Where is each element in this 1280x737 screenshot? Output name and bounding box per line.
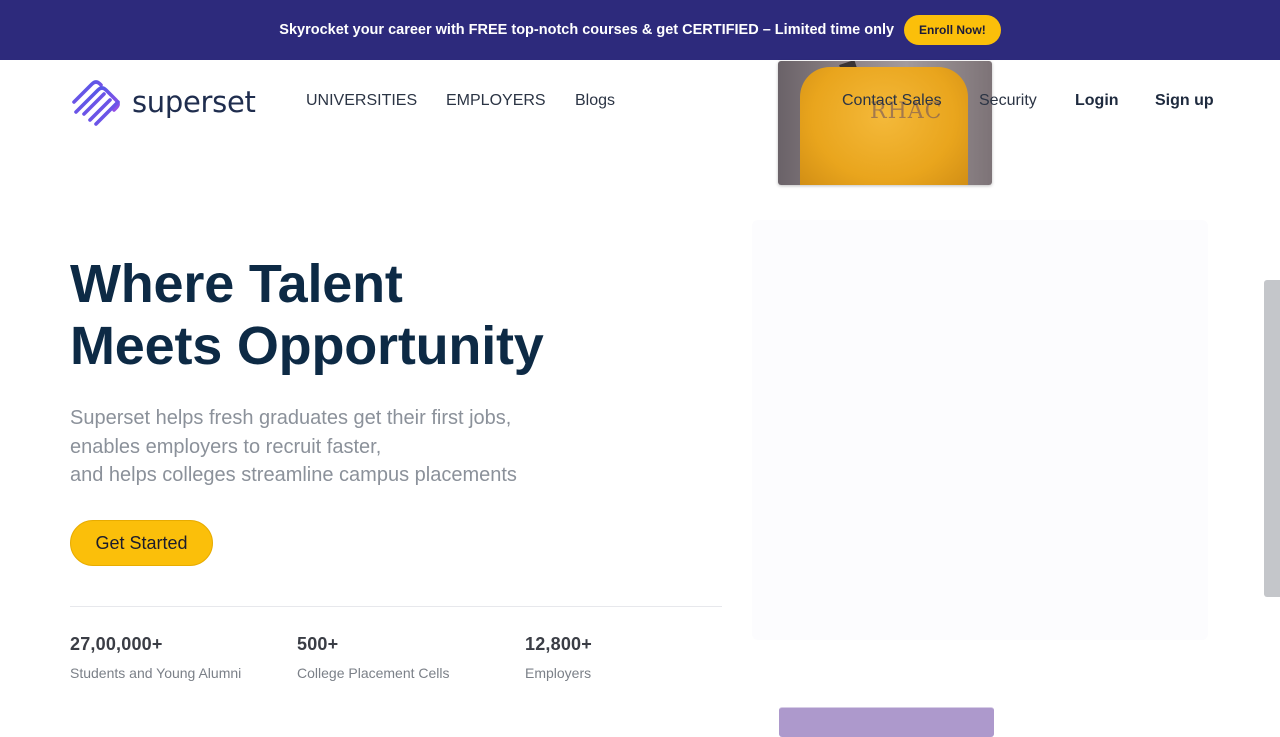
enroll-now-button[interactable]: Enroll Now!	[904, 15, 1001, 45]
stat-label: Students and Young Alumni	[70, 665, 242, 681]
stat-placement-cells: 500+ College Placement Cells	[297, 634, 450, 681]
stat-label: College Placement Cells	[297, 665, 450, 681]
hero-title: Where Talent Meets Opportunity	[70, 253, 544, 377]
nav-login[interactable]: Login	[1075, 92, 1119, 110]
promo-banner: Skyrocket your career with FREE top-notc…	[0, 0, 1280, 60]
hero-desc-line1: Superset helps fresh graduates get their…	[70, 407, 512, 429]
hero-desc-line3: and helps colleges streamline campus pla…	[70, 464, 517, 486]
hero-title-line2: Meets Opportunity	[70, 316, 544, 376]
stat-value: 27,00,000+	[70, 634, 163, 654]
logo-link[interactable]: superset	[70, 78, 256, 126]
get-started-button[interactable]: Get Started	[70, 520, 213, 566]
nav-employers[interactable]: EMPLOYERS	[446, 92, 546, 110]
nav-signup[interactable]: Sign up	[1155, 92, 1214, 110]
nav-blogs[interactable]: Blogs	[575, 92, 615, 110]
promo-banner-text: Skyrocket your career with FREE top-notc…	[279, 22, 895, 38]
hero-desc-line2: enables employers to recruit faster,	[70, 435, 382, 458]
superset-logo-icon	[72, 80, 120, 126]
stat-value: 500+	[297, 634, 339, 654]
nav-contact-sales[interactable]: Contact Sales	[842, 92, 942, 110]
carousel-bottom-card	[779, 707, 994, 737]
photo-yellow-shirt	[800, 67, 968, 185]
carousel-side-card	[1264, 280, 1280, 597]
hero-media-panel	[752, 220, 1208, 640]
hero-description: Superset helps fresh graduates get their…	[70, 404, 517, 490]
stat-label: Employers	[525, 665, 592, 681]
hero-photo-card: RHAC	[778, 61, 992, 185]
nav-universities[interactable]: UNIVERSITIES	[306, 92, 417, 110]
stats-divider	[70, 606, 722, 607]
stat-students: 27,00,000+ Students and Young Alumni	[70, 634, 241, 681]
stat-employers: 12,800+ Employers	[525, 634, 592, 681]
hero-title-line1: Where Talent	[70, 254, 403, 314]
stat-value: 12,800+	[525, 634, 592, 654]
logo-wordmark: superset	[132, 85, 256, 119]
nav-security[interactable]: Security	[979, 92, 1037, 110]
